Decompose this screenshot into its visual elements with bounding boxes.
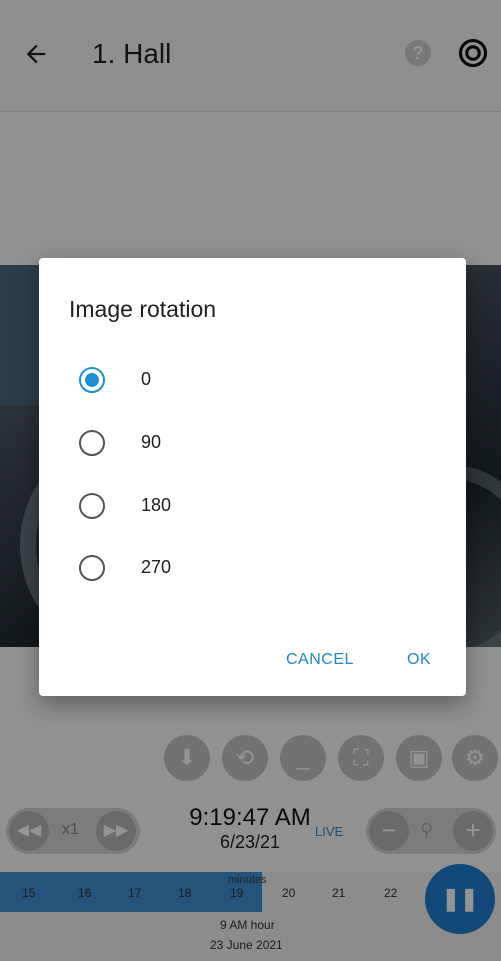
ok-button[interactable]: OK — [407, 651, 431, 669]
rotation-option-90[interactable]: 90 — [69, 419, 429, 467]
cancel-button[interactable]: CANCEL — [286, 651, 354, 669]
dialog-title: Image rotation — [69, 296, 217, 322]
radio-unchecked-icon[interactable] — [79, 555, 105, 581]
radio-unchecked-icon[interactable] — [79, 430, 105, 456]
option-label: 270 — [141, 557, 172, 577]
rotation-option-0[interactable]: 0 — [69, 356, 429, 404]
rotation-option-180[interactable]: 180 — [69, 482, 429, 530]
option-label: 0 — [141, 369, 152, 389]
radio-unchecked-icon[interactable] — [79, 493, 105, 519]
rotation-option-270[interactable]: 270 — [69, 544, 429, 592]
image-rotation-dialog: Image rotation 0 90 180 270 CANCEL OK — [39, 258, 466, 696]
option-label: 90 — [141, 432, 162, 452]
option-label: 180 — [141, 495, 172, 515]
radio-checked-icon[interactable] — [79, 367, 105, 393]
